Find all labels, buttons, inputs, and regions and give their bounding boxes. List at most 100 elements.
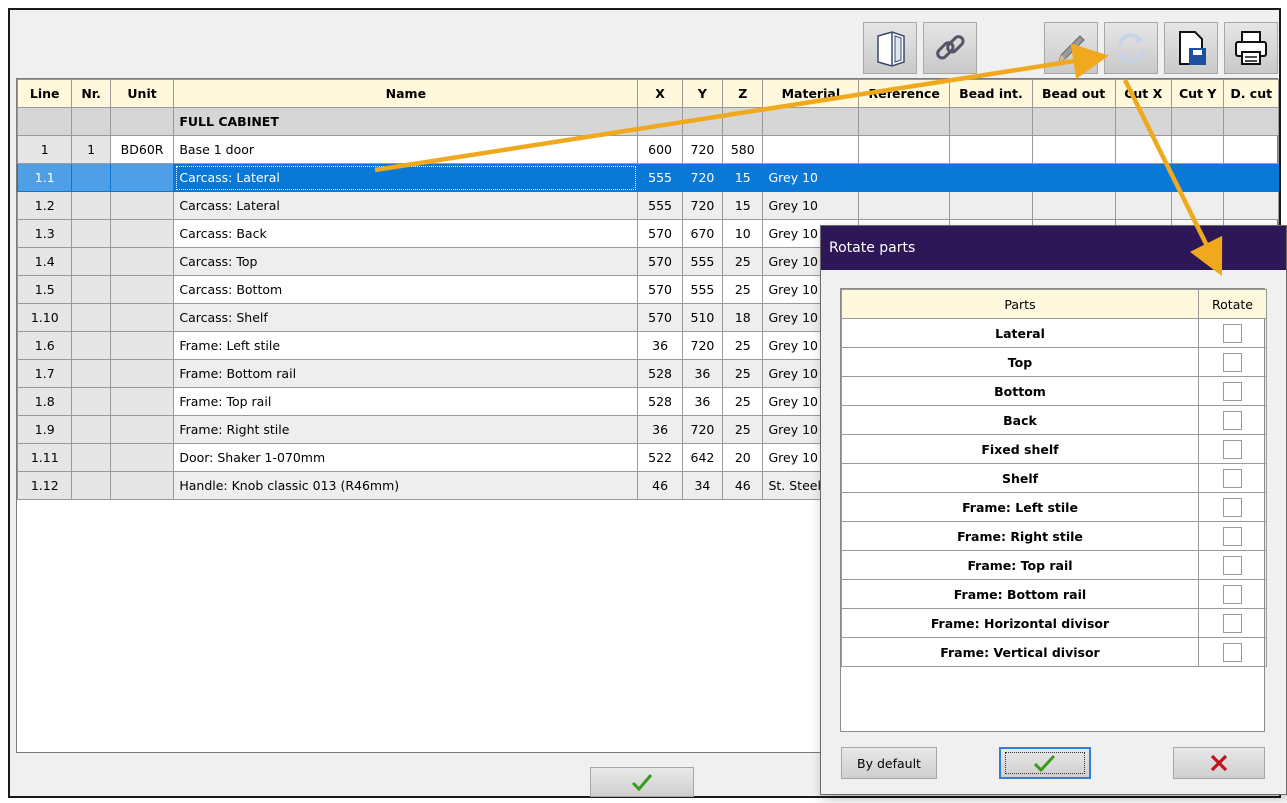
- by-default-button[interactable]: By default: [841, 747, 937, 779]
- rotate-cell: [1198, 463, 1267, 493]
- rotate-cell: [1198, 376, 1267, 406]
- header-x[interactable]: X: [637, 79, 683, 108]
- cell-x: 555: [637, 163, 683, 192]
- header-z[interactable]: Z: [722, 79, 764, 108]
- cell-x: 46: [637, 471, 683, 500]
- rotate-checkbox[interactable]: [1223, 584, 1242, 604]
- cell-x: 528: [637, 359, 683, 388]
- cell-x: 522: [637, 443, 683, 472]
- rotate-checkbox[interactable]: [1223, 381, 1242, 401]
- rotate-checkbox[interactable]: [1223, 410, 1242, 430]
- confirm-button[interactable]: [590, 767, 694, 797]
- cell-name: Frame: Left stile: [173, 331, 639, 360]
- cell-nr: [71, 443, 111, 472]
- table-row[interactable]: 1.2 Carcass: Lateral 555 720 15 Grey 10: [16, 191, 1279, 220]
- cell-nr: [71, 191, 111, 220]
- cell-name: Base 1 door: [173, 135, 639, 164]
- header-material[interactable]: Material: [762, 79, 860, 108]
- unit-row[interactable]: 1 1 BD60R Base 1 door 600 720 580: [16, 135, 1279, 164]
- part-name: Frame: Top rail: [841, 550, 1199, 580]
- part-name: Lateral: [841, 318, 1199, 348]
- rotate-checkbox[interactable]: [1223, 555, 1242, 575]
- cell-name: Handle: Knob classic 013 (R46mm): [173, 471, 639, 500]
- header-nr[interactable]: Nr.: [71, 79, 111, 108]
- cell-cut-x: [1114, 191, 1172, 220]
- group-label: FULL CABINET: [173, 107, 639, 136]
- rotate-checkbox[interactable]: [1223, 526, 1242, 546]
- cell-reference: [858, 191, 951, 220]
- cell-line: 1.7: [16, 359, 73, 388]
- part-row: Frame: Right stile: [841, 521, 1267, 551]
- cabinet-button[interactable]: [863, 22, 917, 74]
- cell-name: Frame: Top rail: [173, 387, 639, 416]
- cell-y: 555: [681, 247, 724, 276]
- link-button[interactable]: [923, 22, 977, 74]
- cell-y: 642: [681, 443, 724, 472]
- header-line[interactable]: Line: [16, 79, 73, 108]
- save-button[interactable]: [1164, 22, 1218, 74]
- header-bead-int[interactable]: Bead int.: [949, 79, 1033, 108]
- cell-name: Carcass: Top: [173, 247, 639, 276]
- rotate-cell: [1198, 550, 1267, 580]
- part-row: Frame: Horizontal divisor: [841, 608, 1267, 638]
- rotate-cell: [1198, 434, 1267, 464]
- cell-nr: [71, 275, 111, 304]
- rotate-button[interactable]: [1104, 22, 1158, 74]
- toolbar: [10, 10, 1279, 76]
- cell-line: 1.3: [16, 219, 73, 248]
- header-name[interactable]: Name: [173, 79, 639, 108]
- cell-line: 1.9: [16, 415, 73, 444]
- parts-table[interactable]: Parts Rotate Lateral Top Bottom Back Fixed s…: [840, 288, 1267, 732]
- cell-z: 25: [722, 387, 764, 416]
- cell-z: 25: [722, 275, 764, 304]
- group-row[interactable]: FULL CABINET: [16, 107, 1279, 136]
- cell-d-cut: [1223, 163, 1279, 192]
- cell-unit: [109, 443, 175, 472]
- cell-nr: [71, 359, 111, 388]
- cell-x: 555: [637, 191, 683, 220]
- print-button[interactable]: [1224, 22, 1278, 74]
- save-icon: [1179, 31, 1206, 65]
- header-unit[interactable]: Unit: [109, 79, 175, 108]
- dialog-cancel-button[interactable]: [1173, 747, 1265, 779]
- table-row[interactable]: 1.1 Carcass: Lateral 555 720 15 Grey 10: [16, 163, 1279, 192]
- cell-y: 720: [681, 163, 724, 192]
- rotate-checkbox[interactable]: [1223, 468, 1242, 488]
- header-cut-x[interactable]: Cut X: [1114, 79, 1172, 108]
- pencil-icon: [1058, 35, 1085, 63]
- part-name: Top: [841, 347, 1199, 377]
- rotate-checkbox[interactable]: [1223, 497, 1242, 517]
- cell-nr: [71, 387, 111, 416]
- header-d-cut[interactable]: D. cut: [1223, 79, 1279, 108]
- header-cut-y[interactable]: Cut Y: [1170, 79, 1225, 108]
- dialog-title: Rotate parts: [821, 226, 1286, 270]
- header-reference[interactable]: Reference: [858, 79, 951, 108]
- rotate-checkbox[interactable]: [1223, 613, 1242, 633]
- cell-nr: [71, 471, 111, 500]
- cell-nr: [71, 219, 111, 248]
- cell-z: 18: [722, 303, 764, 332]
- part-name: Bottom: [841, 376, 1199, 406]
- edit-button[interactable]: [1044, 22, 1098, 74]
- cell-name: Carcass: Back: [173, 219, 639, 248]
- rotate-checkbox[interactable]: [1223, 642, 1242, 662]
- cell-bead-int: [949, 163, 1033, 192]
- cell-x: 570: [637, 275, 683, 304]
- grid-header-row: Line Nr. Unit Name X Y Z Material Refere…: [16, 79, 1279, 108]
- rotate-cell: [1198, 521, 1267, 551]
- rotate-checkbox[interactable]: [1223, 352, 1242, 372]
- cell-cut-y: [1170, 163, 1225, 192]
- rotate-checkbox[interactable]: [1223, 439, 1242, 459]
- cell-z: 25: [722, 359, 764, 388]
- header-bead-out[interactable]: Bead out: [1031, 79, 1116, 108]
- rotate-cell: [1198, 347, 1267, 377]
- dialog-ok-button[interactable]: [999, 747, 1091, 779]
- cell-line: 1.1: [16, 163, 73, 192]
- rotate-checkbox[interactable]: [1223, 323, 1242, 343]
- cell-unit: [109, 331, 175, 360]
- cell-y: 36: [681, 359, 724, 388]
- header-parts: Parts: [841, 289, 1199, 319]
- header-y[interactable]: Y: [681, 79, 724, 108]
- part-row: Shelf: [841, 463, 1267, 493]
- part-row: Frame: Left stile: [841, 492, 1267, 522]
